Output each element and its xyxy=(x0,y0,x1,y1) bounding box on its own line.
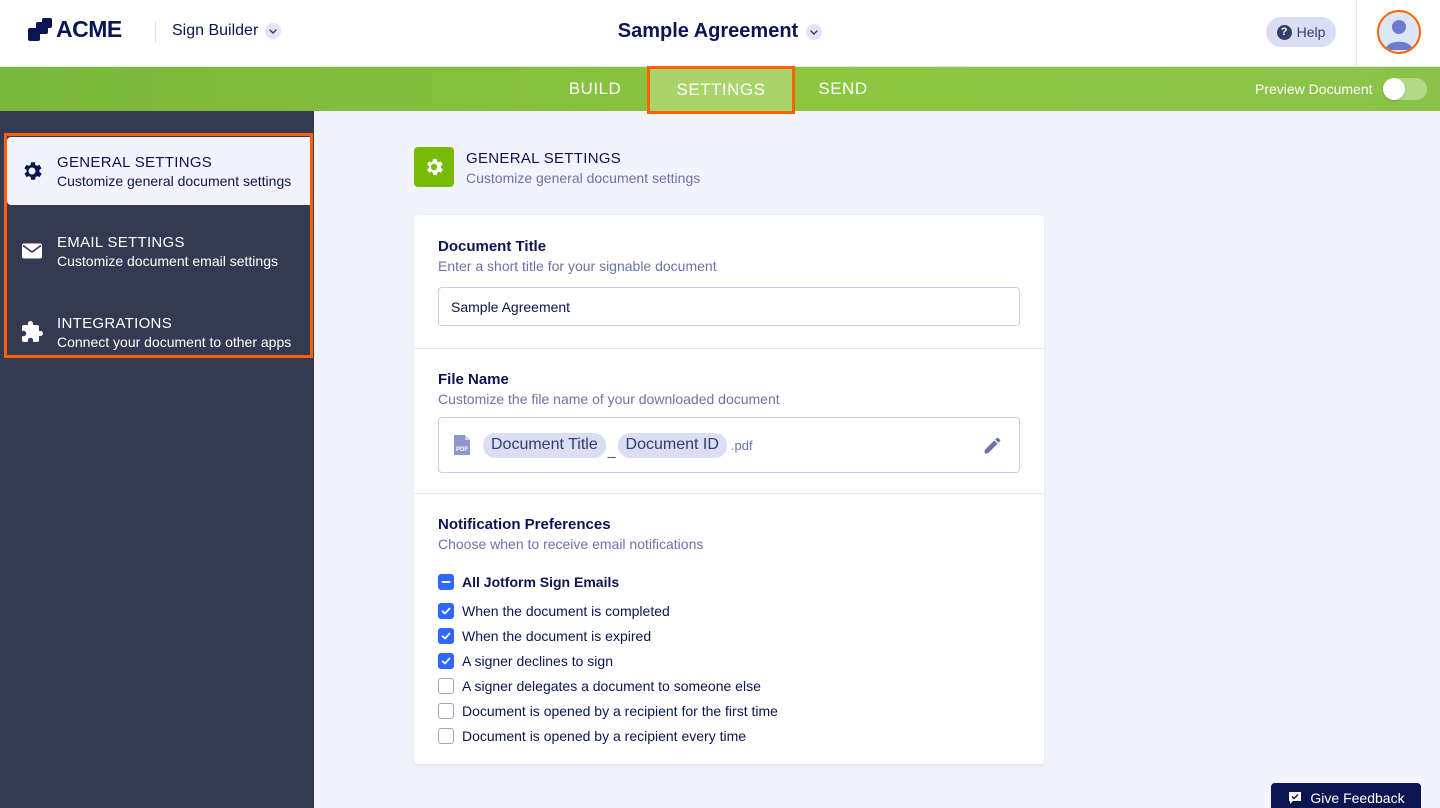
checkbox-opened-first-time[interactable]: Document is opened by a recipient for th… xyxy=(438,703,778,719)
preview-document-control: Preview Document xyxy=(1255,67,1427,111)
minus-icon xyxy=(441,581,451,583)
pencil-icon[interactable] xyxy=(982,435,1003,456)
give-feedback-button[interactable]: Give Feedback xyxy=(1271,783,1421,808)
checkbox-expired[interactable]: When the document is expired xyxy=(438,628,651,644)
file-extension: .pdf xyxy=(730,437,753,453)
checkbox[interactable] xyxy=(438,628,454,644)
check-icon xyxy=(441,657,451,665)
section-subtitle: Customize general document settings xyxy=(466,170,701,186)
checkbox[interactable] xyxy=(438,728,454,744)
feedback-label: Give Feedback xyxy=(1310,790,1405,806)
section-title: GENERAL SETTINGS xyxy=(466,150,622,167)
checkbox[interactable] xyxy=(438,653,454,669)
document-title-description: Enter a short title for your signable do… xyxy=(438,258,717,274)
document-title: Sample Agreement xyxy=(617,20,799,42)
tab-settings[interactable]: SETTINGS xyxy=(647,66,795,114)
header-separator xyxy=(1356,0,1357,67)
checkbox-label: All Jotform Sign Emails xyxy=(462,574,620,590)
help-icon: ? xyxy=(1276,24,1292,40)
section-header: GENERAL SETTINGS Customize general docum… xyxy=(414,147,700,187)
checkbox-label: Document is opened by a recipient every … xyxy=(462,728,747,744)
preview-toggle[interactable] xyxy=(1382,78,1427,100)
checkbox-declines[interactable]: A signer declines to sign xyxy=(438,653,613,669)
file-name-label: File Name xyxy=(438,371,509,388)
checkbox-label: When the document is expired xyxy=(462,628,652,644)
section-icon xyxy=(414,147,454,187)
file-name-block: File Name Customize the file name of you… xyxy=(414,348,1044,493)
file-name-token-document-title[interactable]: Document Title xyxy=(483,432,606,458)
checkbox-label: A signer declines to sign xyxy=(462,653,613,669)
file-name-description: Customize the file name of your download… xyxy=(438,391,780,407)
checkbox[interactable] xyxy=(438,678,454,694)
settings-card: Document Title Enter a short title for y… xyxy=(414,215,1044,764)
help-button[interactable]: ? Help xyxy=(1266,17,1336,47)
document-title-menu[interactable]: Sample Agreement xyxy=(0,20,1440,43)
preview-label: Preview Document xyxy=(1255,81,1373,97)
indeterminate-checkbox[interactable] xyxy=(438,574,454,590)
help-label: Help xyxy=(1296,24,1326,40)
checkbox-all-emails[interactable]: All Jotform Sign Emails xyxy=(438,574,619,590)
user-icon xyxy=(1385,20,1413,50)
svg-text:PDF: PDF xyxy=(456,447,468,453)
checkbox[interactable] xyxy=(438,703,454,719)
gear-icon xyxy=(427,158,443,176)
builder-navbar: BUILD SETTINGS SEND Preview Document xyxy=(0,66,1440,114)
notifications-label: Notification Preferences xyxy=(438,516,611,533)
app-header: ACME Sign Builder Sample Agreement ? Hel… xyxy=(0,0,1440,67)
feedback-icon xyxy=(1289,792,1302,804)
notifications-description: Choose when to receive email notificatio… xyxy=(438,536,704,552)
sidebar-highlight-frame xyxy=(4,133,313,358)
user-avatar[interactable] xyxy=(1377,10,1421,54)
checkbox[interactable] xyxy=(438,603,454,619)
check-icon xyxy=(441,607,451,615)
checkbox-label: When the document is completed xyxy=(462,603,670,619)
checkbox-label: Document is opened by a recipient for th… xyxy=(462,703,778,719)
checkbox-completed[interactable]: When the document is completed xyxy=(438,603,670,619)
checkbox-label: A signer delegates a document to someone… xyxy=(462,678,761,694)
document-title-label: Document Title xyxy=(438,238,547,255)
checkbox-delegates[interactable]: A signer delegates a document to someone… xyxy=(438,678,761,694)
pdf-file-icon: PDF xyxy=(454,435,470,455)
file-name-separator: _ xyxy=(607,442,616,458)
settings-sidebar: GENERAL SETTINGS Customize general docum… xyxy=(0,111,314,808)
document-title-input[interactable] xyxy=(438,287,1020,326)
file-name-builder[interactable]: PDF Document Title _ Document ID .pdf xyxy=(438,417,1020,473)
tab-send[interactable]: SEND xyxy=(805,67,881,111)
check-icon xyxy=(441,632,451,640)
tab-build[interactable]: BUILD xyxy=(555,67,635,111)
checkbox-opened-every-time[interactable]: Document is opened by a recipient every … xyxy=(438,728,746,744)
notifications-block: Notification Preferences Choose when to … xyxy=(414,493,1044,764)
file-name-token-document-id[interactable]: Document ID xyxy=(617,432,727,458)
chevron-down-icon xyxy=(806,23,823,40)
toggle-knob xyxy=(1382,78,1405,100)
document-title-block: Document Title Enter a short title for y… xyxy=(414,215,1044,348)
